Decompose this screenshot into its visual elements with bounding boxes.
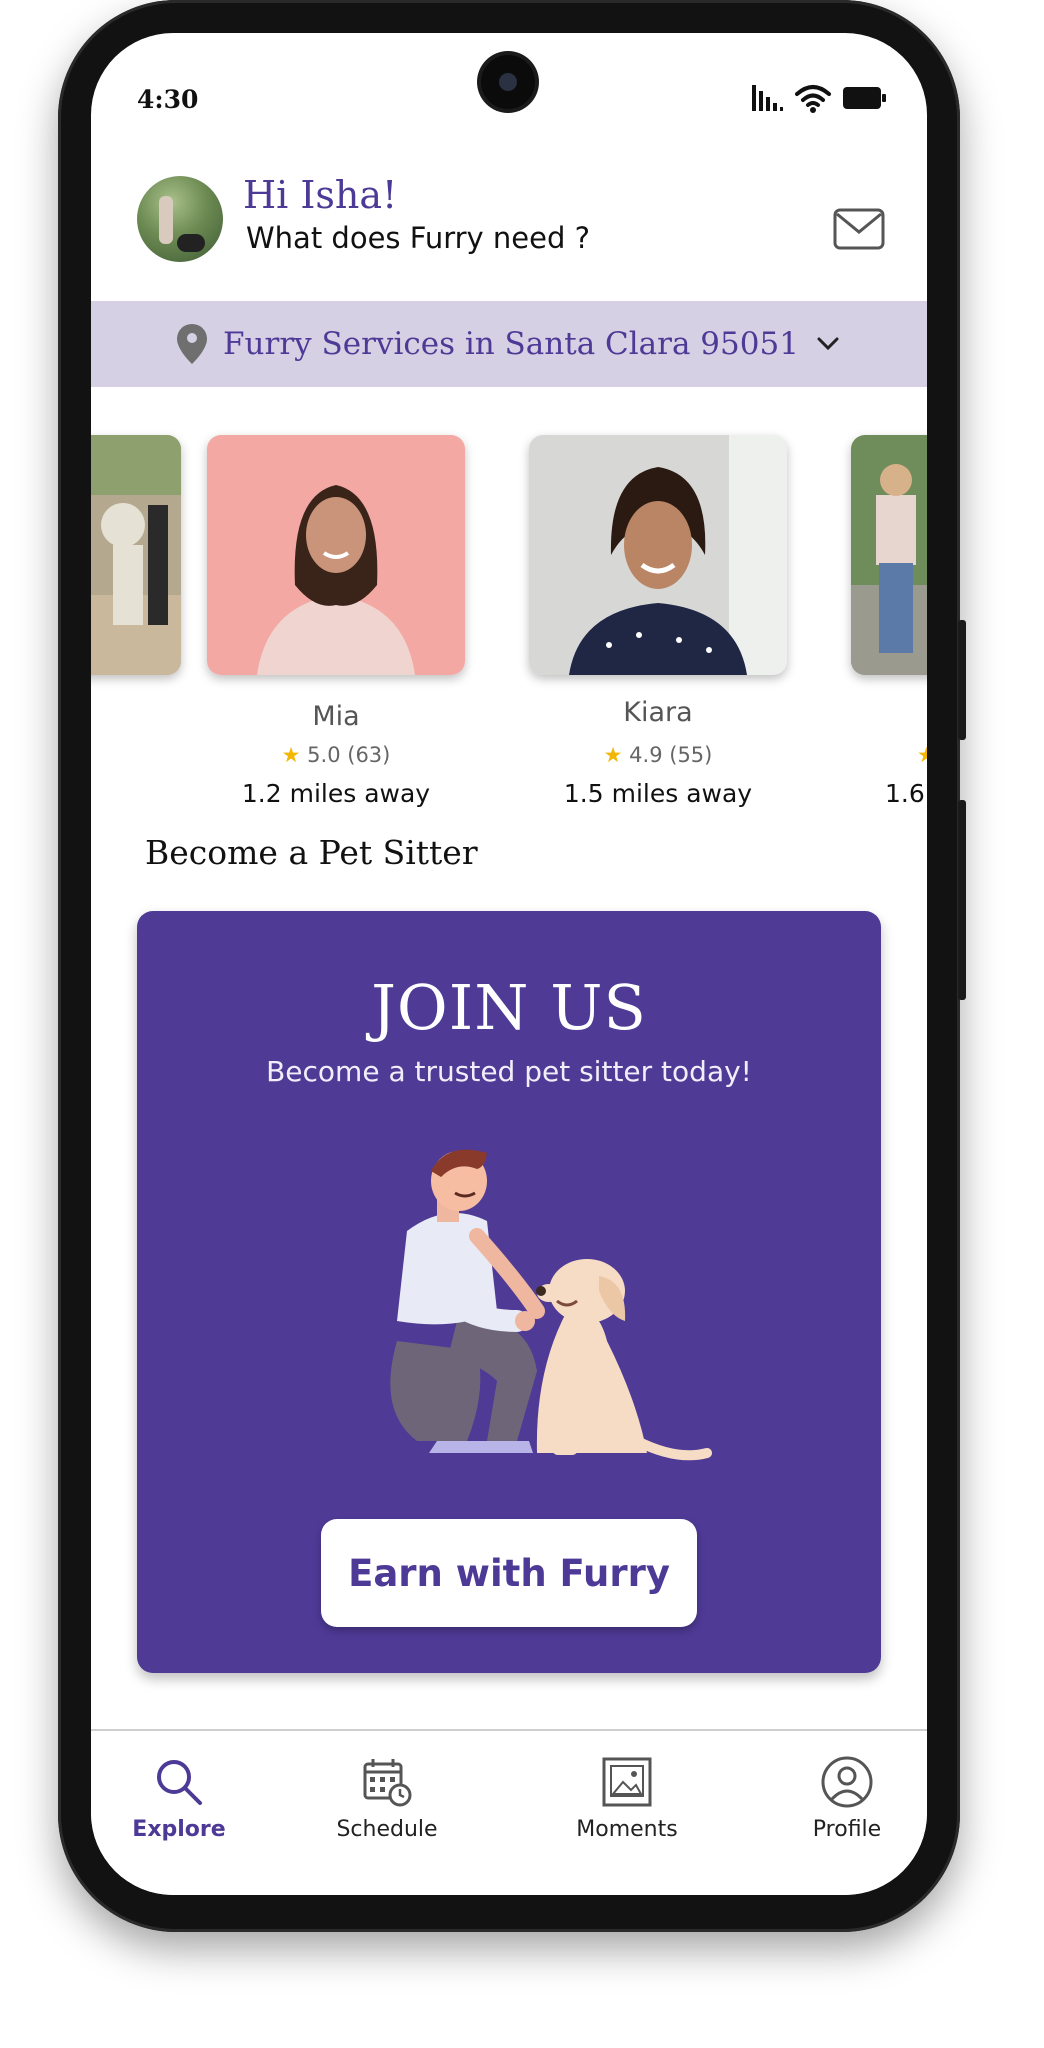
user-circle-icon <box>821 1756 873 1808</box>
nav-label: Profile <box>812 1817 882 1842</box>
battery-icon <box>843 87 886 109</box>
nav-item-schedule[interactable]: Schedule <box>307 1753 467 1842</box>
nav-label: Schedule <box>336 1817 438 1842</box>
calendar-clock-icon <box>363 1759 412 1807</box>
mail-icon[interactable] <box>833 208 885 250</box>
sitter-rating: ★ 4.9 (55) <box>529 743 787 767</box>
sitter-distance: 1.6 <box>885 779 925 808</box>
sitter-distance: 1.5 miles away <box>563 779 753 808</box>
user-avatar[interactable] <box>137 176 223 262</box>
volume-button <box>958 620 966 740</box>
nav-item-moments[interactable]: Moments <box>547 1753 707 1842</box>
nav-label: Moments <box>576 1817 678 1842</box>
sitter-photo <box>851 435 927 675</box>
nav-item-explore[interactable]: Explore <box>99 1753 259 1842</box>
signal-icon <box>752 85 783 111</box>
status-time: 4:30 <box>137 85 199 114</box>
location-pin-icon <box>177 324 208 364</box>
sitter-rating: ★ 5.0 (63) <box>207 743 465 767</box>
sitter-photo <box>91 435 181 675</box>
sitter-name: Kiara <box>623 697 693 728</box>
star-icon: ★ <box>603 743 623 767</box>
star-icon: ★ <box>281 743 301 767</box>
sitter-photo <box>529 435 787 675</box>
sitter-name: Mia <box>312 701 360 732</box>
rating-value: 4.9 <box>629 743 663 767</box>
nav-label: Explore <box>132 1817 226 1842</box>
sitter-with-dog-illustration <box>390 1149 712 1461</box>
join-title: JOIN US <box>371 971 647 1044</box>
star-icon: ★ <box>917 743 927 767</box>
app-screen: 4:30 Hi Isha! What does Furry need ? Fur… <box>91 33 927 1895</box>
image-icon <box>602 1757 652 1807</box>
rating-value: 5.0 <box>307 743 341 767</box>
wifi-icon <box>795 85 831 113</box>
power-button <box>958 800 966 1000</box>
join-us-card: JOIN US Become a trusted pet sitter toda… <box>137 911 881 1673</box>
location-selector[interactable]: Furry Services in Santa Clara 95051 <box>91 301 927 387</box>
sitter-card[interactable] <box>529 435 787 675</box>
review-count: (55) <box>669 743 713 767</box>
sitter-card[interactable] <box>851 435 927 675</box>
section-title: Become a Pet Sitter <box>145 833 478 872</box>
bottom-nav: Explore Schedule Moments Profile <box>91 1729 927 1895</box>
sitter-card[interactable] <box>207 435 465 675</box>
status-icons <box>752 83 886 113</box>
sitter-card[interactable] <box>91 435 181 675</box>
greeting: Hi Isha! <box>243 173 398 217</box>
nav-item-profile[interactable]: Profile <box>767 1753 927 1842</box>
front-camera <box>481 55 535 109</box>
sitter-distance: 1.2 miles away <box>241 779 431 808</box>
location-label: Furry Services in Santa Clara 95051 <box>223 326 799 362</box>
search-icon <box>157 1760 202 1805</box>
join-subtitle: Become a trusted pet sitter today! <box>266 1055 752 1088</box>
greeting-question: What does Furry need ? <box>246 221 591 255</box>
sitter-photo <box>207 435 465 675</box>
earn-with-furry-button[interactable]: Earn with Furry <box>321 1519 697 1627</box>
chevron-down-icon <box>817 337 839 351</box>
review-count: (63) <box>347 743 391 767</box>
